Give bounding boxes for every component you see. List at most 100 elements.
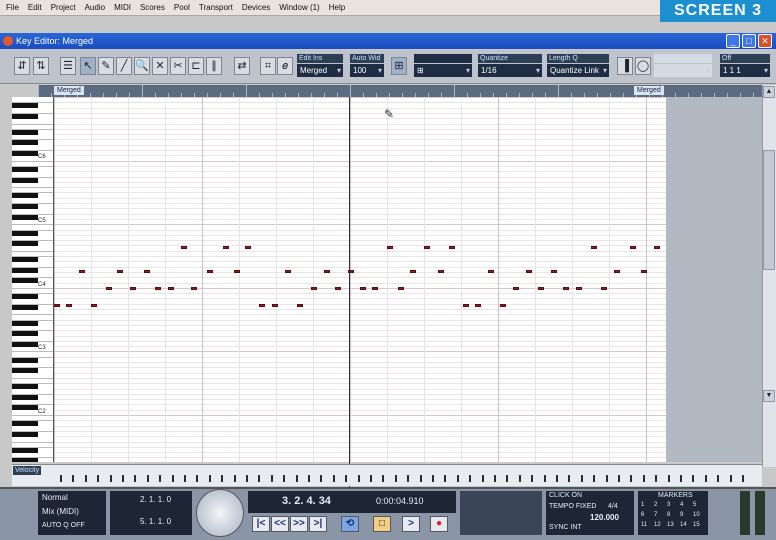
velocity-bar[interactable] (60, 475, 62, 482)
midi-note[interactable] (117, 270, 123, 273)
go-to-start-button[interactable]: |< (252, 516, 270, 532)
split-tool-icon[interactable]: ✂ (170, 57, 186, 75)
velocity-bar[interactable] (680, 475, 682, 482)
marker-button[interactable]: 4 (680, 502, 683, 508)
midi-note[interactable] (297, 304, 303, 307)
midi-note[interactable] (601, 287, 607, 290)
click-toggle[interactable]: CLICK ON (549, 492, 582, 499)
velocity-bar[interactable] (134, 475, 137, 482)
color-scheme-icon[interactable]: ▐ (617, 57, 633, 75)
midi-note[interactable] (54, 304, 60, 307)
marker-button[interactable]: 13 (667, 522, 674, 528)
midi-note[interactable] (66, 304, 72, 307)
menu-item-window-1[interactable]: Window (1) (279, 3, 319, 12)
left-locator[interactable]: 2. 1. 1. 0 (140, 495, 171, 504)
sync-mode[interactable]: SYNC INT (549, 524, 582, 531)
auto-width-selector[interactable]: Auto Wid 100 (350, 54, 384, 78)
solo-icon[interactable]: ⇵ (14, 57, 30, 75)
zoom-tool-icon[interactable]: 🔍 (134, 57, 150, 75)
velocity-lane[interactable] (12, 464, 762, 486)
part-selector[interactable]: Edit Ins Merged (297, 54, 343, 78)
velocity-bar[interactable] (543, 475, 546, 482)
velocity-bar[interactable] (605, 475, 608, 482)
velocity-bar[interactable] (556, 475, 558, 482)
midi-note[interactable] (410, 270, 416, 273)
tempo-value[interactable]: 120.000 (590, 513, 619, 522)
time-signature[interactable]: 4/4 (608, 503, 618, 510)
velocity-bar[interactable] (494, 475, 496, 482)
marker-button[interactable]: 15 (693, 522, 700, 528)
midi-note[interactable] (576, 287, 582, 290)
jog-shuttle-wheel[interactable] (196, 489, 244, 537)
midi-note[interactable] (155, 287, 161, 290)
mute-tool-icon[interactable]: ∥ (206, 57, 222, 75)
velocity-bar[interactable] (469, 475, 472, 482)
velocity-bar[interactable] (742, 475, 744, 482)
midi-note[interactable] (614, 270, 620, 273)
marker-button[interactable]: 2 (654, 502, 657, 508)
record-mode[interactable]: Normal (42, 493, 68, 502)
menu-item-scores[interactable]: Scores (140, 3, 165, 12)
quantize-selector[interactable]: Quantize 1/16 (478, 54, 542, 78)
velocity-bar[interactable] (308, 475, 310, 482)
marker-button[interactable]: 3 (667, 502, 670, 508)
velocity-bar[interactable] (704, 475, 707, 482)
velocity-bar[interactable] (444, 475, 447, 482)
rewind-button[interactable]: << (271, 516, 289, 532)
velocity-bar[interactable] (295, 475, 298, 482)
record-mode-icon[interactable]: ◯ (635, 57, 651, 75)
midi-note[interactable] (563, 287, 569, 290)
insert-velocity-icon[interactable]: 𝑒 (277, 57, 293, 75)
step-input-icon[interactable]: ⊞ (391, 57, 407, 75)
midi-note[interactable] (181, 246, 187, 249)
menu-item-project[interactable]: Project (51, 3, 76, 12)
velocity-bar[interactable] (332, 475, 335, 482)
menu-item-edit[interactable]: Edit (28, 3, 42, 12)
velocity-bar[interactable] (109, 475, 112, 482)
minimize-button[interactable]: _ (726, 34, 740, 48)
midi-note[interactable] (513, 287, 519, 290)
velocity-bar[interactable] (345, 475, 348, 482)
velocity-bar[interactable] (432, 475, 434, 482)
maximize-button[interactable]: □ (742, 34, 756, 48)
midi-note[interactable] (526, 270, 532, 273)
velocity-bar[interactable] (97, 475, 100, 482)
midi-note[interactable] (551, 270, 557, 273)
velocity-bar[interactable] (196, 475, 199, 482)
midi-note[interactable] (387, 246, 393, 249)
velocity-bar[interactable] (221, 475, 224, 482)
marker-button[interactable]: 14 (680, 522, 687, 528)
midi-note[interactable] (324, 270, 330, 273)
autoscroll-icon[interactable]: ⇄ (234, 57, 250, 75)
midi-note[interactable] (538, 287, 544, 290)
midi-note[interactable] (372, 287, 378, 290)
marker-button[interactable]: 5 (693, 502, 696, 508)
velocity-bar[interactable] (655, 475, 658, 482)
velocity-bar[interactable] (382, 475, 385, 482)
scroll-down-icon[interactable]: ▼ (763, 390, 775, 402)
note-grid[interactable] (54, 97, 666, 462)
position-counter[interactable]: Off 1 1 1 (720, 54, 770, 78)
auto-quantize[interactable]: AUTO Q OFF (42, 522, 85, 529)
velocity-bar[interactable] (159, 475, 162, 482)
scroll-thumb[interactable] (763, 150, 775, 270)
velocity-bar[interactable] (171, 475, 174, 482)
marker-button[interactable]: 1 (641, 502, 644, 508)
velocity-bar[interactable] (283, 475, 286, 482)
draw-tool-icon[interactable]: ✎ (98, 57, 114, 75)
velocity-bar[interactable] (593, 475, 596, 482)
cycle-button[interactable]: ⟲ (341, 516, 359, 532)
velocity-bar[interactable] (233, 475, 236, 482)
marker-button[interactable]: 8 (667, 512, 670, 518)
line-tool-icon[interactable]: ╱ (116, 57, 132, 75)
position-bars-beats[interactable]: 3. 2. 4. 34 (282, 495, 331, 507)
velocity-bar[interactable] (717, 475, 720, 482)
menu-item-devices[interactable]: Devices (242, 3, 270, 12)
velocity-bar[interactable] (419, 475, 422, 482)
menu-item-transport[interactable]: Transport (199, 3, 233, 12)
velocity-bar[interactable] (270, 475, 273, 482)
midi-note[interactable] (285, 270, 291, 273)
velocity-bar[interactable] (258, 475, 261, 482)
velocity-bar[interactable] (506, 475, 509, 482)
midi-note[interactable] (245, 246, 251, 249)
